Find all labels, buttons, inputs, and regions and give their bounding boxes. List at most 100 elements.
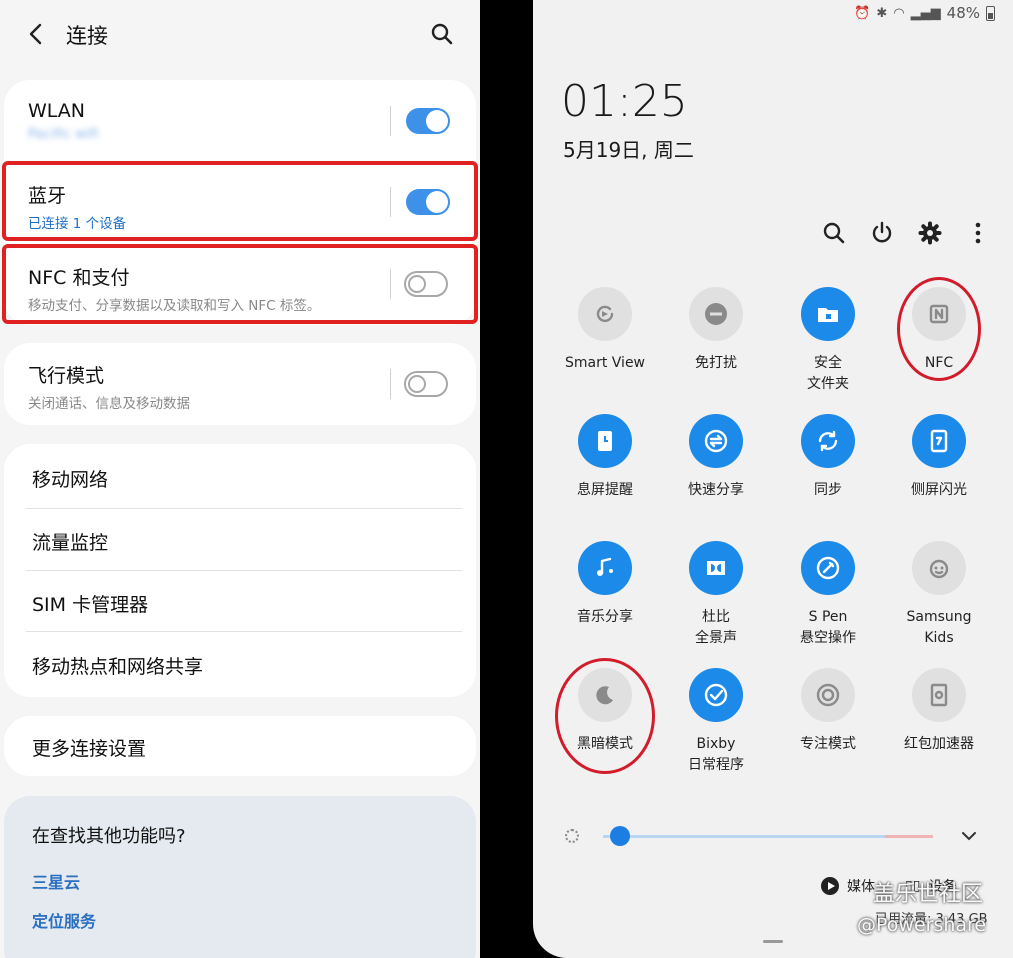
watermark-title: 盖乐世社区 xyxy=(873,882,984,907)
alarm-icon: ⏰ xyxy=(854,5,871,21)
wlan-network-name: Pacific wifi xyxy=(28,126,99,142)
quick-panel-screen: ⏰ ✱ ◠ ▂▄▆ 48% 01:25 5月19日, 周二 Smart View… xyxy=(533,0,1013,958)
tile-focus-mode[interactable]: 专注模式 xyxy=(773,668,883,755)
list-item-hotspot-tethering[interactable]: 移动热点和网络共享 xyxy=(32,652,203,679)
tile-button[interactable] xyxy=(801,541,855,595)
tile-bixby-routines[interactable]: Bixby 日常程序 xyxy=(661,668,771,776)
brightness-track[interactable] xyxy=(603,835,933,838)
tile-label: 快速分享 xyxy=(688,482,744,498)
wlan-toggle[interactable] xyxy=(406,108,450,134)
tile-red-envelope[interactable]: 红包加速器 xyxy=(884,668,994,755)
link-location-service[interactable]: 定位服务 xyxy=(32,908,96,932)
list-item-mobile-network[interactable]: 移动网络 xyxy=(32,465,108,492)
airplane-title: 飞行模式 xyxy=(28,365,105,387)
tile-button[interactable] xyxy=(801,668,855,722)
power-button[interactable] xyxy=(869,220,895,246)
clock: 01:25 xyxy=(561,76,688,127)
more-options-button[interactable] xyxy=(965,220,991,246)
expand-brightness-button[interactable] xyxy=(959,826,979,850)
link-samsung-cloud[interactable]: 三星云 xyxy=(32,869,80,893)
tile-button[interactable] xyxy=(912,668,966,722)
bluetooth-icon: ✱ xyxy=(876,5,888,21)
tile-button[interactable] xyxy=(912,414,966,468)
settings-button[interactable] xyxy=(917,220,943,246)
tile-button[interactable] xyxy=(912,541,966,595)
tile-button[interactable] xyxy=(689,668,743,722)
tile-label: 音乐分享 xyxy=(577,609,633,625)
search-button[interactable] xyxy=(428,20,456,48)
music-share-icon xyxy=(597,557,613,576)
tile-s-pen[interactable]: S Pen 悬空操作 xyxy=(773,541,883,649)
airplane-divider xyxy=(390,369,391,399)
tile-label: Bixby 日常程序 xyxy=(688,736,744,773)
media-label: 媒体 xyxy=(847,879,875,895)
panel-search-button[interactable] xyxy=(821,220,847,246)
more-vertical-icon xyxy=(975,222,981,244)
app-bar: 连接 xyxy=(0,0,480,70)
wlan-title: WLAN xyxy=(28,100,86,122)
back-button[interactable] xyxy=(22,20,50,48)
tile-do-not-disturb[interactable]: 免打扰 xyxy=(661,287,771,374)
tile-music-share[interactable]: 音乐分享 xyxy=(550,541,660,628)
s-pen-icon xyxy=(816,556,840,580)
battery-percent: 48% xyxy=(946,4,980,22)
tile-label: 专注模式 xyxy=(800,736,856,752)
nfc-highlight-box xyxy=(2,244,478,324)
tile-label: 侧屏闪光 xyxy=(911,482,967,498)
tile-button[interactable] xyxy=(578,287,632,341)
tile-button[interactable] xyxy=(801,414,855,468)
more-settings-card: 更多连接设置 xyxy=(4,716,476,776)
tile-button[interactable] xyxy=(801,287,855,341)
status-bar: ⏰ ✱ ◠ ▂▄▆ 48% xyxy=(854,4,995,22)
smart-view-icon xyxy=(596,305,614,323)
battery-icon xyxy=(986,5,995,21)
tile-button[interactable] xyxy=(689,541,743,595)
tile-samsung-kids[interactable]: Samsung Kids xyxy=(884,541,994,649)
brightness-icon xyxy=(565,829,579,843)
always-on-display-icon xyxy=(598,431,612,451)
tile-sync[interactable]: 同步 xyxy=(773,414,883,501)
tile-label: 安全 文件夹 xyxy=(807,355,849,392)
edge-lighting-icon xyxy=(930,429,948,453)
more-connection-settings[interactable]: 更多连接设置 xyxy=(32,734,146,761)
airplane-toggle[interactable] xyxy=(404,371,448,397)
tile-dolby-atmos[interactable]: 杜比 全景声 xyxy=(661,541,771,649)
toggle-knob xyxy=(408,375,426,393)
list-divider xyxy=(26,631,462,632)
search-icon xyxy=(823,222,845,244)
tile-label: 杜比 全景声 xyxy=(695,609,737,646)
list-item-sim-manager[interactable]: SIM 卡管理器 xyxy=(32,590,148,617)
do-not-disturb-icon xyxy=(705,303,727,325)
wifi-icon: ◠ xyxy=(893,5,905,21)
suggestions-card: 在查找其他功能吗? 三星云 定位服务 xyxy=(4,796,476,958)
tile-quick-share[interactable]: 快速分享 xyxy=(661,414,771,501)
tile-label: 免打扰 xyxy=(695,355,737,371)
tile-label: 息屏提醒 xyxy=(577,482,633,498)
list-divider xyxy=(26,508,462,509)
brightness-slider[interactable] xyxy=(609,826,630,846)
tile-always-on-display[interactable]: 息屏提醒 xyxy=(550,414,660,501)
list-item-data-usage[interactable]: 流量监控 xyxy=(32,528,108,555)
list-divider xyxy=(26,570,462,571)
tile-button[interactable] xyxy=(689,414,743,468)
connections-settings-screen: 连接 WLAN Pacific wifi 蓝牙 已连接 1 个设备 NFC 和支… xyxy=(0,0,480,958)
suggestions-title: 在查找其他功能吗? xyxy=(32,826,186,847)
dolby-atmos-icon xyxy=(707,561,725,575)
chevron-down-icon xyxy=(962,832,976,841)
tile-label: Smart View xyxy=(564,355,646,371)
date: 5月19日, 周二 xyxy=(563,138,694,162)
search-icon xyxy=(431,23,453,45)
tile-button[interactable] xyxy=(689,287,743,341)
wlan-divider xyxy=(390,106,391,136)
network-list-card: 移动网络 流量监控 SIM 卡管理器 移动热点和网络共享 xyxy=(4,444,476,697)
tile-smart-view[interactable]: Smart View xyxy=(550,287,660,374)
play-icon xyxy=(821,877,839,895)
tile-button[interactable] xyxy=(578,414,632,468)
tile-secure-folder[interactable]: 安全 文件夹 xyxy=(773,287,883,395)
airplane-row[interactable]: 飞行模式 关闭通话、信息及移动数据 xyxy=(28,361,456,412)
tile-button[interactable] xyxy=(578,541,632,595)
back-arrow-icon xyxy=(29,23,42,45)
watermark-handle: @Powershare xyxy=(857,914,987,936)
tile-edge-lighting[interactable]: 侧屏闪光 xyxy=(884,414,994,501)
wlan-row[interactable]: WLAN Pacific wifi xyxy=(28,100,456,142)
